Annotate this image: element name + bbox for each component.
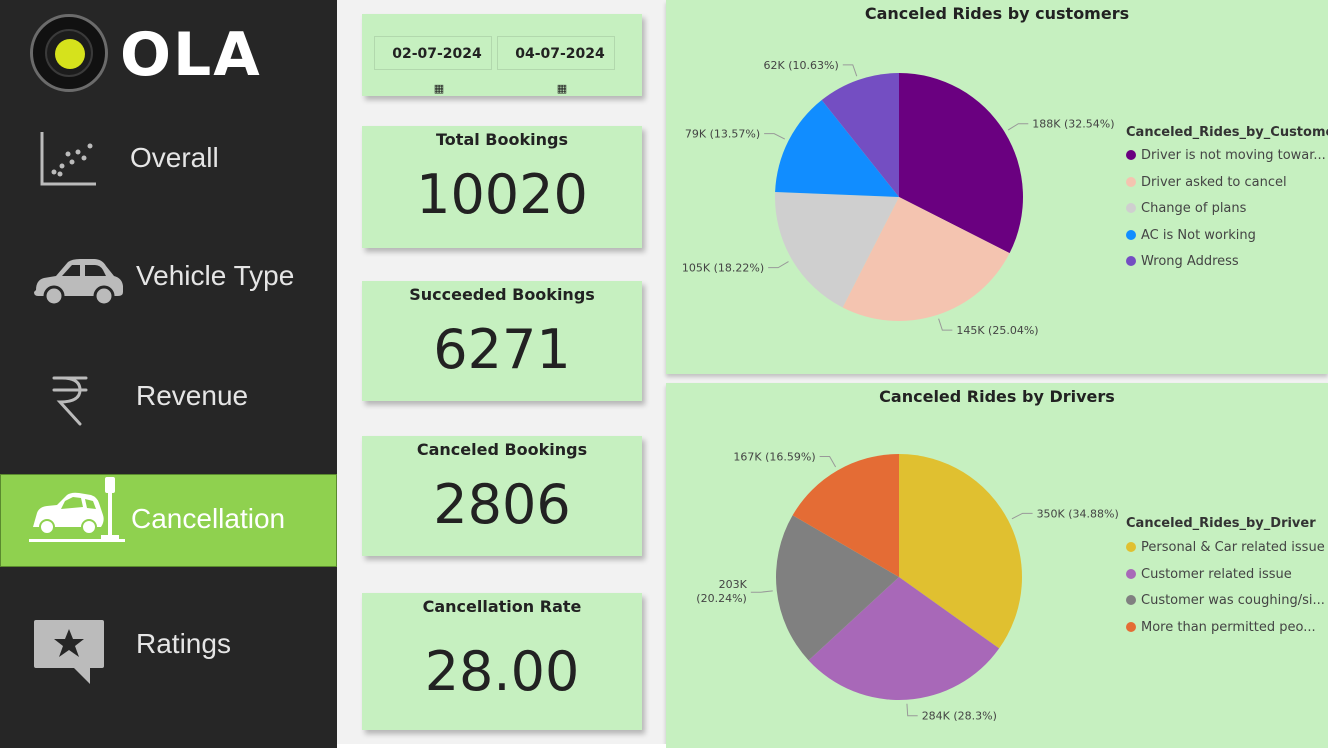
car-icon [34, 259, 123, 306]
kpi-title: Canceled Bookings [416, 440, 588, 459]
kpi-value: 10020 [416, 163, 588, 226]
pie-data-label: 284K (28.3%) [922, 710, 997, 723]
pie-data-label: 62K (10.63%) [764, 59, 839, 72]
legend-title: Canceled_Rides_by_Customer [1126, 125, 1328, 140]
customer-cancellations-panel: Canceled Rides by customers 188K (32.54%… [666, 0, 1328, 374]
kpi-card-canceled-bookings: Canceled Bookings 2806 [362, 436, 642, 556]
pie-leader-line [1011, 512, 1033, 520]
start-date-value: 02-07-2024 [392, 46, 482, 62]
legend-item[interactable]: Customer related issue [1126, 567, 1292, 582]
date-filter-card: 02-07-2024 ▦ 04-07-2024 ▦ [362, 14, 642, 96]
driver-cancellations-panel: Canceled Rides by Drivers 350K (34.88%) 2… [666, 383, 1328, 748]
kpi-card-total-bookings: Total Bookings 10020 [362, 126, 642, 248]
pie-leader-line [842, 64, 858, 77]
legend-item[interactable]: More than permitted peo... [1126, 620, 1316, 635]
pie-data-label: 79K (13.57%) [685, 128, 760, 141]
nav-label-overall: Overall [130, 142, 219, 173]
legend-swatch [1126, 595, 1136, 605]
sidebar: OLA Overall Vehicle Type Revenue Cancell… [0, 0, 337, 748]
legend-label: Personal & Car related issue [1141, 540, 1325, 555]
star-chat-icon [34, 620, 104, 684]
pie-leader-line [768, 261, 789, 269]
nav-label-ratings: Ratings [136, 628, 231, 659]
legend-label: Wrong Address [1141, 254, 1239, 269]
pie-leader-line [819, 456, 837, 468]
legend-swatch [1126, 256, 1136, 266]
nav-item-overall[interactable]: Overall [0, 112, 337, 208]
legend-title: Canceled_Rides_by_Driver [1126, 516, 1316, 531]
pie-leader-line [906, 703, 918, 717]
scatter-chart-icon [40, 132, 96, 186]
legend-label: Driver asked to cancel [1141, 174, 1287, 190]
kpi-title: Cancellation Rate [422, 597, 582, 616]
nav-label-revenue: Revenue [136, 380, 249, 411]
scroll-strip [337, 744, 666, 748]
legend-item[interactable]: Wrong Address [1126, 254, 1239, 269]
nav-item-cancellation[interactable]: Cancellation [0, 474, 337, 567]
nav-label-cancellation: Cancellation [131, 503, 286, 534]
kpi-title: Succeeded Bookings [409, 285, 595, 304]
legend-item[interactable]: Driver asked to cancel [1126, 175, 1287, 190]
pie-leader-line [938, 318, 953, 331]
legend-item[interactable]: Personal & Car related issue [1126, 540, 1325, 555]
legend-item[interactable]: Customer was coughing/si... [1126, 593, 1325, 608]
legend-swatch [1126, 542, 1136, 552]
kpi-card-cancellation-rate: Cancellation Rate 28.00 [362, 593, 642, 730]
legend-label: More than permitted peo... [1141, 619, 1316, 635]
kpi-title: Total Bookings [436, 130, 568, 149]
calendar-icon[interactable]: ▦ [434, 82, 444, 95]
legend-swatch [1126, 176, 1136, 187]
pie-data-label: 203K (20.24%) [696, 578, 747, 605]
kpi-value: 6271 [433, 318, 571, 381]
legend-label: Customer was coughing/si... [1141, 593, 1325, 608]
pie-leader-line [750, 590, 773, 593]
pie-data-label: 167K (16.59%) [733, 451, 815, 464]
pie-data-label: 145K (25.04%) [956, 324, 1038, 337]
legend-swatch [1126, 229, 1136, 240]
nav-item-revenue[interactable]: Revenue [0, 350, 337, 446]
nav-item-vehicle-type[interactable]: Vehicle Type [0, 230, 337, 326]
driver-cancellations-pie: 350K (34.88%) 284K (28.3%) 203K (20.24%) 167… [696, 451, 1119, 723]
car-crash-icon [29, 477, 125, 542]
pie-leader-line [1007, 123, 1029, 131]
legend-swatch [1126, 568, 1136, 579]
legend-item[interactable]: AC is Not working [1126, 228, 1256, 243]
pie-data-label: 350K (34.88%) [1037, 507, 1119, 520]
legend-swatch [1126, 621, 1136, 632]
ola-logo: OLA [30, 14, 270, 94]
legend-item[interactable]: Change of plans [1126, 201, 1246, 216]
pie-data-label: 188K (32.54%) [1032, 118, 1114, 131]
kpi-value: 2806 [433, 473, 571, 536]
end-date-input[interactable]: 04-07-2024 ▦ [497, 36, 615, 95]
rupee-icon [52, 376, 88, 426]
calendar-icon[interactable]: ▦ [557, 82, 567, 95]
start-date-input[interactable]: 02-07-2024 ▦ [374, 36, 492, 95]
nav-item-ratings[interactable]: Ratings [0, 600, 337, 696]
pie-data-label: 105K (18.22%) [682, 262, 764, 275]
legend-swatch [1126, 150, 1136, 160]
legend-label: Customer related issue [1141, 566, 1292, 582]
nav-label-vehicle-type: Vehicle Type [136, 260, 295, 291]
pie-leader-line [764, 133, 786, 140]
legend-label: Driver is not moving towar... [1141, 148, 1326, 163]
kpi-value: 28.00 [424, 640, 580, 703]
kpi-card-succeeded-bookings: Succeeded Bookings 6271 [362, 281, 642, 401]
brand-name: OLA [120, 20, 262, 90]
legend-label: Change of plans [1141, 201, 1247, 216]
legend-swatch [1126, 203, 1136, 213]
legend-item[interactable]: Driver is not moving towar... [1126, 148, 1326, 163]
end-date-value: 04-07-2024 [515, 46, 605, 62]
legend-label: AC is Not working [1141, 227, 1256, 243]
ola-logo-mark [30, 14, 108, 92]
